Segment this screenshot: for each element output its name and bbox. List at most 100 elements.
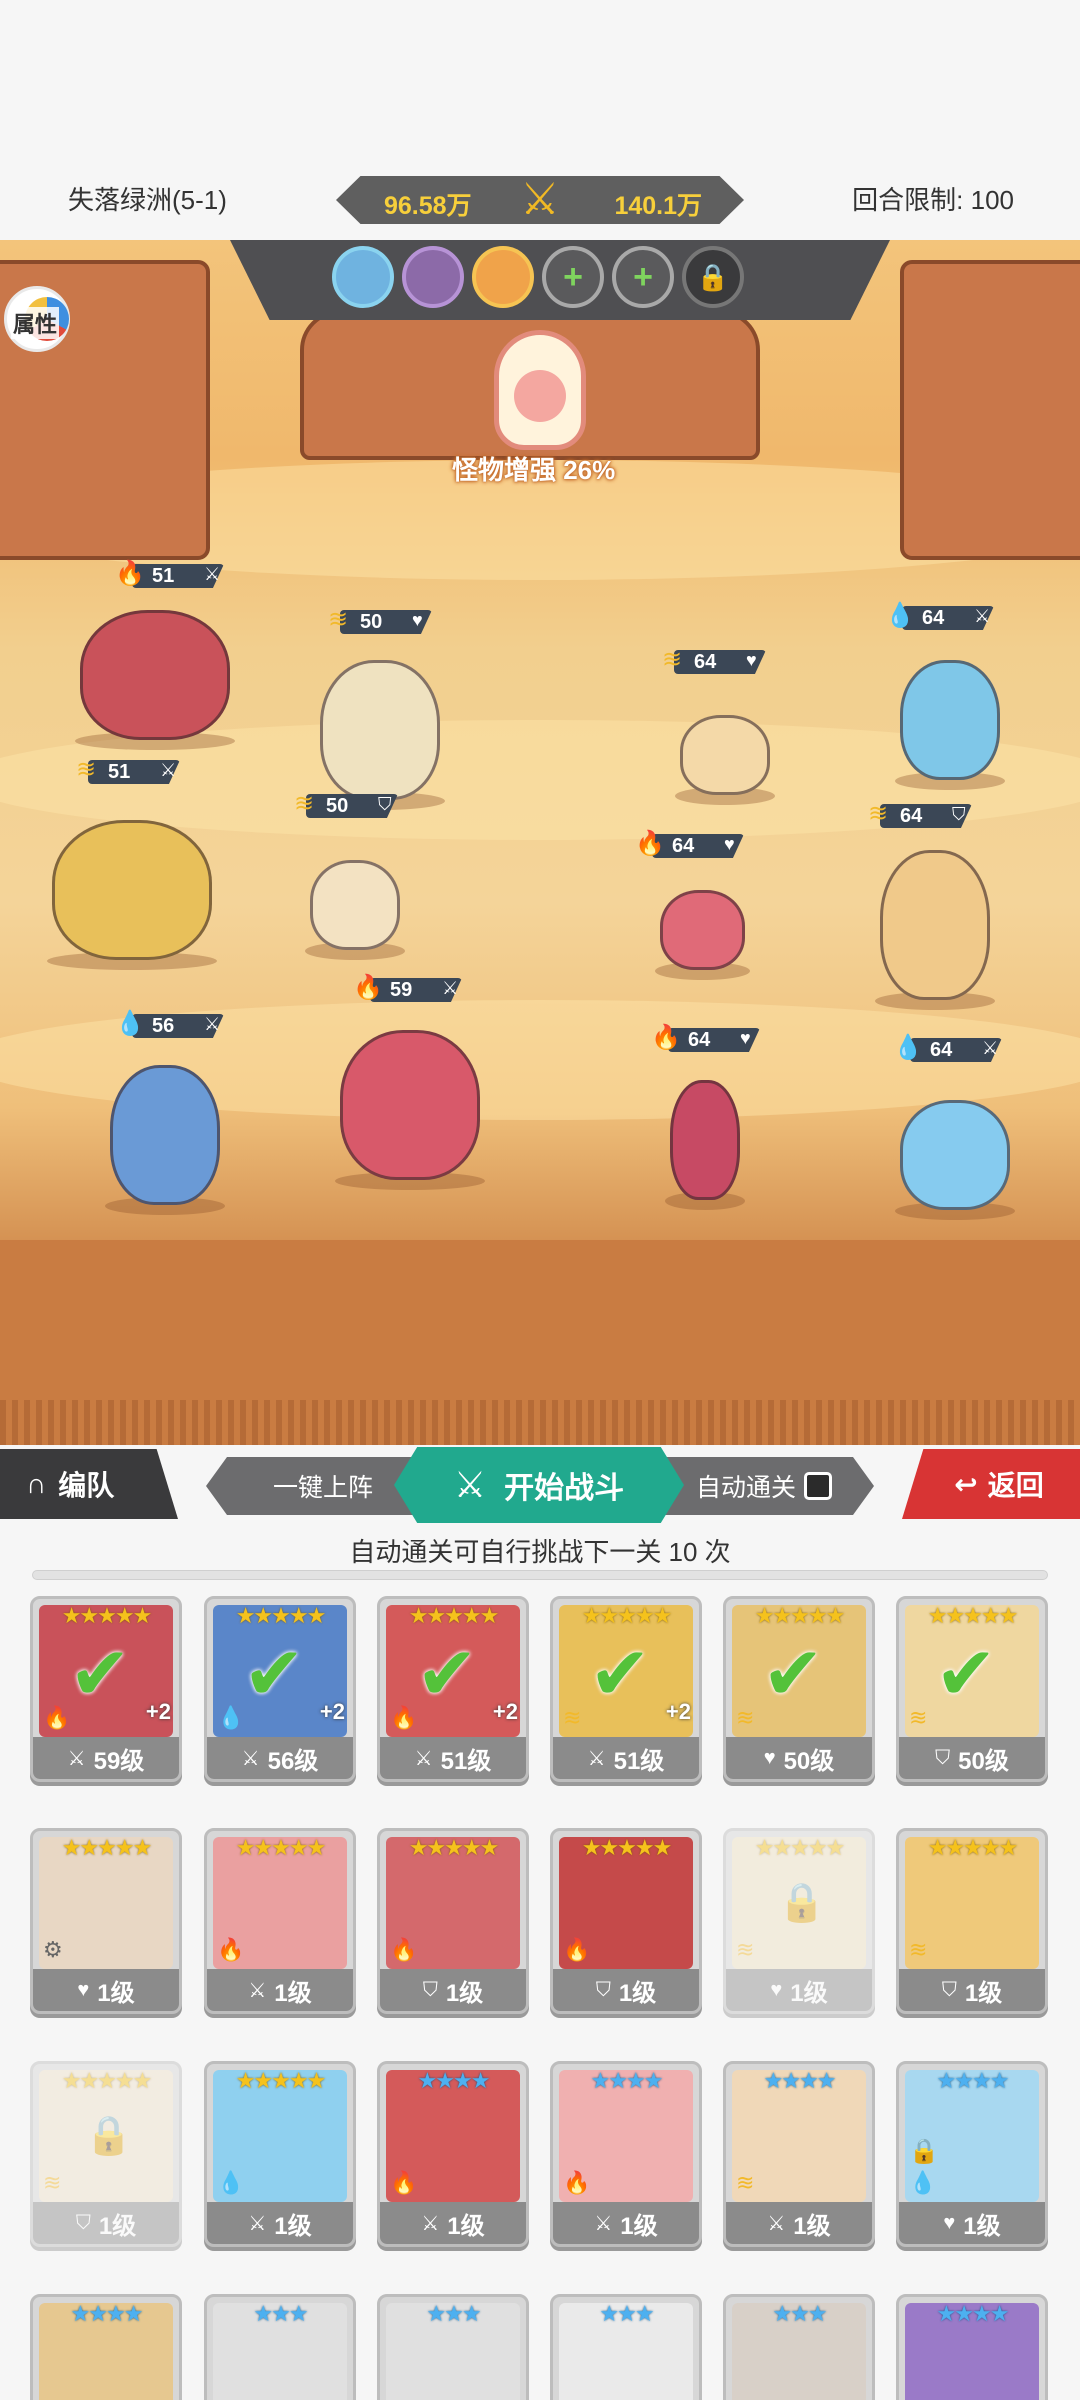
auto-clear-toggle[interactable]: 自动通关 xyxy=(664,1457,874,1515)
hero-card[interactable]: ★★★★★ 🔥 ⚔ 1级 xyxy=(204,1828,356,2014)
hero-card[interactable]: ★★★★★ ✔ ≋ ⛉ 50级 xyxy=(896,1596,1048,1782)
hero-card[interactable]: ★★★★ xyxy=(30,2294,182,2400)
hero-level-bar: ⛉ 1级 xyxy=(33,2202,179,2244)
water-element-icon: 💧 xyxy=(909,2170,937,2195)
team-button[interactable]: ∩ 编队 xyxy=(0,1449,178,1519)
star-rating: ★★★ xyxy=(253,2301,308,2326)
star-rating: ★★★★★ xyxy=(235,1835,327,1860)
hero-card[interactable]: ★★★ xyxy=(550,2294,702,2400)
shield-class-icon: ⛉ xyxy=(378,794,392,814)
hero-level: 1级 xyxy=(790,1979,828,2007)
hero-card[interactable]: ★★★★ 💧 🔒 ♥ 1级 xyxy=(896,2061,1048,2247)
fire-element-icon: 🔥 xyxy=(563,1937,591,1962)
upgrade-count: +2 xyxy=(145,1699,171,1724)
lock-icon: 🔒 xyxy=(85,2115,133,2157)
auto-clear-hint: 自动通关可自行挑战下一关 10 次 xyxy=(349,1537,731,1567)
team-power: 96.58万 xyxy=(384,192,472,220)
attribute-button[interactable]: 属性 xyxy=(4,286,70,352)
back-button[interactable]: ↩ 返回 xyxy=(902,1449,1080,1519)
start-battle-button[interactable]: ⚔ 开始战斗 xyxy=(394,1447,684,1523)
star-rating: ★★★★★ xyxy=(235,1603,327,1628)
upgrade-count: +2 xyxy=(492,1699,518,1724)
water-element-icon: 💧 xyxy=(217,2170,245,2195)
wind-element-icon: ≋ xyxy=(75,756,97,783)
hero-card[interactable]: ★★★★ 🔥 ⚔ 1级 xyxy=(550,2061,702,2247)
boss-portrait[interactable] xyxy=(470,330,610,470)
hero-card[interactable]: ★★★★★ 🔥 ⛉ 1级 xyxy=(550,1828,702,2014)
hero-level: 50级 xyxy=(783,1747,835,1775)
shield-class-icon: ⛉ xyxy=(75,2211,91,2234)
hero-card[interactable]: ★★★ xyxy=(377,2294,529,2400)
shield-class-icon: ⛉ xyxy=(422,1978,438,2001)
hero-card[interactable]: ★★★ xyxy=(204,2294,356,2400)
unit-level-tag: ≋ 50 ♥ xyxy=(322,606,432,636)
star-rating: ★★★★ xyxy=(70,2301,144,2326)
fire-element-icon: 🔥 xyxy=(563,2170,591,2195)
hero-level-bar: ⚔ 1级 xyxy=(553,2202,699,2244)
hero-level-bar: ⛉ 1级 xyxy=(553,1969,699,2011)
wind-element-icon: ≋ xyxy=(327,606,349,633)
enemy-power: 140.1万 xyxy=(614,192,702,220)
water-element-icon: 💧 xyxy=(893,1034,923,1061)
battlefield: + + 🔒 属性 怪物增强 26% 🔥 51 ⚔ ≋ 51 ⚔ ≋ 50 ♥ ≋ 50 ⛉ 💧 56 ⚔ 🔥 5… xyxy=(0,240,1080,1445)
hero-card[interactable]: ★★★★★ ⚙ ♥ 1级 xyxy=(30,1828,182,2014)
team-slot-hero[interactable] xyxy=(332,246,394,308)
wind-element-icon: ≋ xyxy=(736,1705,755,1730)
unit-level-tag: ≋ 50 ⛉ xyxy=(288,790,398,820)
hero-card[interactable]: ★★★ xyxy=(723,2294,875,2400)
auto-clear-label: 自动通关 xyxy=(696,1474,797,1502)
water-element-icon: 💧 xyxy=(217,1705,245,1730)
checkmark-icon: ✔ xyxy=(762,1632,825,1715)
team-slot-hero[interactable] xyxy=(472,246,534,308)
unit-sprite xyxy=(320,660,440,800)
star-rating: ★★★★★ xyxy=(581,1603,673,1628)
star-rating: ★★★★★ xyxy=(61,1835,153,1860)
one-key-deploy-button[interactable]: 一键上阵 xyxy=(206,1457,416,1515)
unit-sprite xyxy=(680,715,770,795)
hero-card[interactable]: ★★★★ xyxy=(896,2294,1048,2400)
add-slot-button[interactable]: + xyxy=(612,246,674,308)
unit-level: 64 xyxy=(922,607,945,629)
lock-icon[interactable]: 🔒 xyxy=(682,246,744,308)
unit-level: 64 xyxy=(694,651,717,673)
unit-level-tag: 🔥 64 ♥ xyxy=(650,1024,760,1054)
hero-card[interactable]: ★★★★★ 🔥 ⛉ 1级 xyxy=(377,1828,529,2014)
fire-element-icon: 🔥 xyxy=(390,2170,418,2195)
add-slot-button[interactable]: + xyxy=(542,246,604,308)
wind-element-icon: ≋ xyxy=(293,790,315,817)
hero-card[interactable]: ★★★★★ ≋ 🔒 ♥ 1级 xyxy=(723,1828,875,2014)
unit-sprite xyxy=(660,890,745,970)
hero-card[interactable]: ★★★★★ ✔ ≋ ♥ 50级 xyxy=(723,1596,875,1782)
hero-level: 1级 xyxy=(98,2212,137,2240)
hero-card[interactable]: ★★★★★ ✔ +2 🔥 ⚔ 51级 xyxy=(377,1596,529,1782)
sword-class-icon: ⚔ xyxy=(248,2212,267,2235)
team-slot-hero[interactable] xyxy=(402,246,464,308)
hero-card[interactable]: ★★★★★ ✔ +2 🔥 ⚔ 59级 xyxy=(30,1596,182,1782)
auto-clear-checkbox[interactable] xyxy=(804,1472,833,1500)
hero-level-bar: ⚔ 51级 xyxy=(553,1737,699,1779)
unit-level-tag: ≋ 51 ⚔ xyxy=(70,756,180,786)
sword-class-icon: ⚔ xyxy=(442,978,459,998)
hero-card[interactable]: ★★★★★ ≋ 🔒 ⛉ 1级 xyxy=(30,2061,182,2247)
hero-level: 1级 xyxy=(274,1979,312,2007)
sword-class-icon: ⚔ xyxy=(982,1038,999,1058)
hero-level: 1级 xyxy=(620,2212,658,2240)
hero-level-bar: ⚔ 56级 xyxy=(207,1737,353,1779)
unit-sprite xyxy=(900,660,1000,780)
hero-card[interactable]: ★★★★★ ✔ +2 ≋ ⚔ 51级 xyxy=(550,1596,702,1782)
unit-sprite xyxy=(880,850,990,1000)
headset-icon: ∩ xyxy=(26,1468,47,1499)
hero-level-bar: ⛉ 50级 xyxy=(899,1737,1045,1779)
hero-card[interactable]: ★★★★ ≋ ⚔ 1级 xyxy=(723,2061,875,2247)
hero-card[interactable]: ★★★★★ 💧 ⚔ 1级 xyxy=(204,2061,356,2247)
hero-card[interactable]: ★★★★ 🔥 ⚔ 1级 xyxy=(377,2061,529,2247)
hero-card[interactable]: ★★★★★ ✔ +2 💧 ⚔ 56级 xyxy=(204,1596,356,1782)
heart-class-icon: ♥ xyxy=(740,1028,751,1048)
hero-card[interactable]: ★★★★★ ≋ ⛉ 1级 xyxy=(896,1828,1048,2014)
unit-level: 64 xyxy=(900,805,923,827)
shield-class-icon: ⛉ xyxy=(952,804,966,824)
unit-level: 64 xyxy=(930,1039,953,1061)
lock-icon: 🔒 xyxy=(909,2138,939,2165)
fire-element-icon: 🔥 xyxy=(651,1024,681,1051)
wind-element-icon: ≋ xyxy=(736,1937,755,1962)
